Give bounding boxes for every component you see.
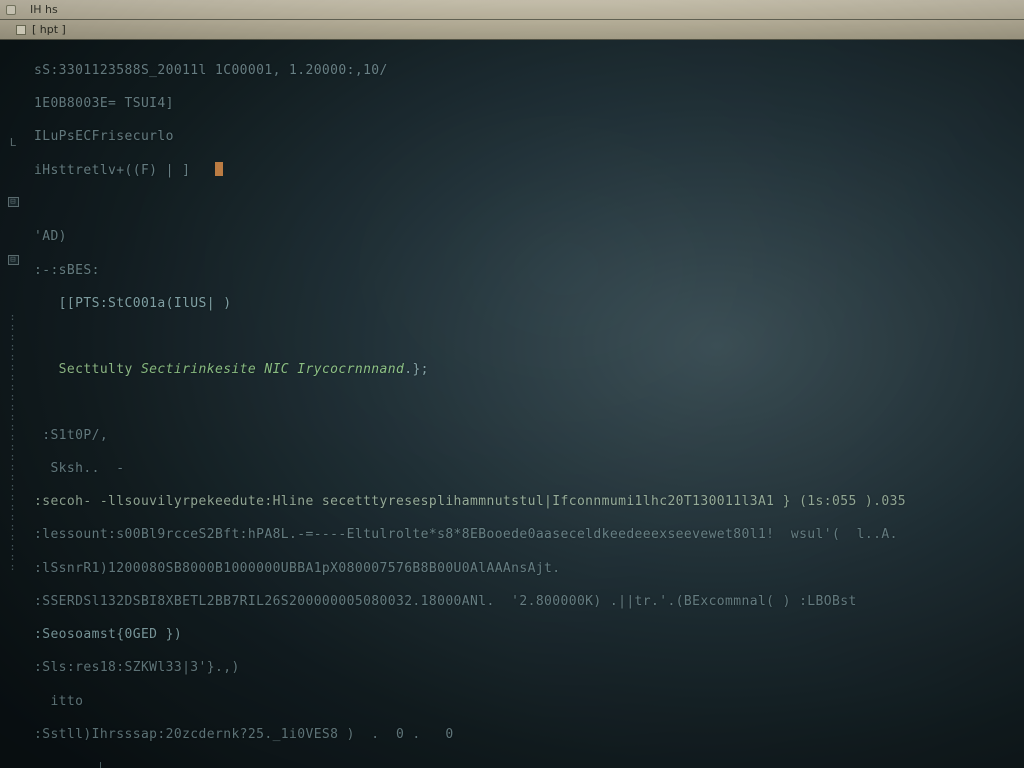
- code-line: :lSsnrR1)1200080SB8000B1000000UBBA1pX080…: [34, 561, 1020, 578]
- code-line: :-:sBES:: [34, 263, 1020, 280]
- window-control-icon[interactable]: [6, 5, 16, 15]
- gutter-letter: L: [10, 136, 17, 149]
- text-cursor: [215, 162, 223, 176]
- code-line: :Sls:res18:SZKWl33|3'}.,): [34, 660, 1020, 677]
- code-editor[interactable]: sS:3301123588S_20011l 1C00001, 1.20000:,…: [26, 40, 1024, 768]
- code-line: :Sstll)Ihrsssap:20zcdernk?25._1i0VES8 ) …: [34, 727, 1020, 744]
- code-line: :S1t0P/,: [34, 428, 1020, 445]
- code-line: iHsttretlv+((F) | ]: [34, 163, 190, 178]
- file-icon: [16, 25, 26, 35]
- code-line: .};: [404, 362, 429, 377]
- code-line: [34, 197, 1020, 213]
- editor-gutter: L ⊟ ⊟ ::::::::::::::::::::::::::: [0, 40, 26, 768]
- code-line: :lessount:s00Bl9rcceS2Bft:hPA8L.-=----El…: [34, 527, 1020, 544]
- code-line: 'AD): [34, 229, 1020, 246]
- code-line: [34, 329, 1020, 345]
- code-keyword: Secttulty: [34, 362, 141, 377]
- code-line: :Seosoamst{0GED }): [34, 627, 1020, 644]
- code-line: ILuPsECFrisecurlo: [34, 129, 1020, 146]
- fold-icon[interactable]: ⊟: [8, 255, 19, 265]
- code-line: :secoh- -llsouvilyrpekeedute:Hline secet…: [34, 494, 1020, 511]
- code-line: [34, 395, 1020, 411]
- code-line: :SSERDSl132DSBI8XBETL2BB7RIL26S200000005…: [34, 594, 1020, 611]
- code-highlight: Sectirinkesite NIC Irycocrnnnand: [141, 362, 404, 377]
- code-line: Sksh.. -: [34, 461, 1020, 478]
- tab-label[interactable]: [ hpt ]: [32, 23, 66, 36]
- window-menu-label[interactable]: IH hs: [30, 3, 58, 16]
- code-line: sS:3301123588S_20011l 1C00001, 1.20000:,…: [34, 63, 1020, 80]
- tab-strip: [ hpt ]: [0, 20, 1024, 40]
- fold-icon[interactable]: ⊟: [8, 197, 19, 207]
- window-title-bar: IH hs: [0, 0, 1024, 20]
- code-line: itto: [34, 694, 1020, 711]
- code-line: [[PTS:StC001a(IlUS| ): [34, 296, 1020, 313]
- gutter-dots: ::::::::::::::::::::::::::: [9, 313, 16, 573]
- code-line: 1E0B8003E= TSUI4]: [34, 96, 1020, 113]
